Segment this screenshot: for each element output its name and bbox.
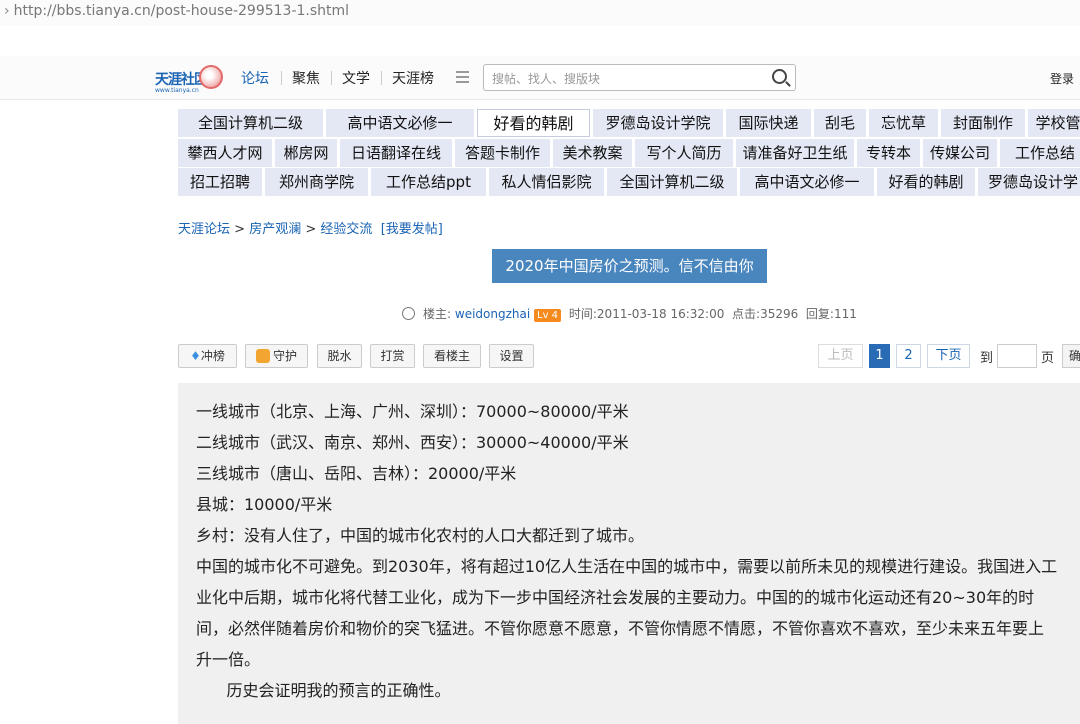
next-page-button[interactable]: 下页 (927, 344, 970, 368)
page-number-input[interactable] (997, 344, 1037, 368)
face-icon (402, 307, 415, 320)
globe-icon (199, 65, 223, 89)
breadcrumb-board[interactable]: 房产观澜 (249, 222, 301, 237)
hot-link[interactable]: 美术教案 (553, 139, 632, 167)
confirm-page-button[interactable]: 确 (1062, 344, 1080, 368)
hot-link[interactable]: 罗德岛设计学 (978, 168, 1080, 196)
goto-label: 到 (980, 351, 994, 366)
hot-link[interactable]: 刮毛 (814, 109, 866, 137)
nav-forum[interactable]: 论坛 (241, 68, 269, 88)
hot-link[interactable]: 请准备好卫生纸 (736, 139, 854, 167)
hot-link[interactable]: 国际快递 (726, 109, 811, 137)
diamond-icon: ♦ (190, 349, 201, 363)
page-2-button[interactable]: 2 (896, 344, 921, 368)
post-line: 乡村：没有人住了，中国的城市化农村的人口大都迁到了城市。 (196, 526, 645, 545)
url-text: http://bbs.tianya.cn/post-house-299513-1… (13, 3, 350, 19)
hot-link[interactable]: 私人情侣影院 (489, 168, 604, 196)
post-line: 三线城市（唐山、岳阳、吉林）：20000/平米 (196, 464, 517, 483)
page-title: 2020年中国房价之预测。信不信由你 (492, 249, 767, 283)
hot-link[interactable]: 日语翻译在线 (340, 139, 452, 167)
hot-link[interactable]: 封面制作 (941, 109, 1025, 137)
post-time: 2011-03-18 16:32:00 (596, 307, 725, 321)
breadcrumb-forum[interactable]: 天涯论坛 (178, 222, 230, 237)
shield-icon (255, 349, 270, 363)
tianya-logo[interactable]: 天涯社区 www.tianya.cn (155, 63, 223, 94)
replies-label: 回复: (805, 307, 834, 321)
hot-link[interactable]: 攀西人才网 (178, 139, 272, 167)
level-badge: Lv 4 (534, 309, 562, 322)
page-1-button[interactable]: 1 (869, 344, 890, 368)
post-line: 间，必然伴随着房价和物价的突飞猛进。不管你愿意不愿意，不管你情愿不情愿，不管你喜… (196, 619, 1045, 638)
hot-link[interactable]: 好看的韩剧 (477, 109, 590, 137)
replies-count: 111 (833, 307, 857, 321)
post-line: 中国的城市化不可避免。到2030年，将有超过10亿人生活在中国的城市中，需要以前… (196, 557, 1058, 576)
time-label: 时间: (568, 307, 597, 321)
hot-link[interactable]: 写个人简历 (635, 139, 733, 167)
author-label: 楼主: (423, 307, 452, 321)
login-link[interactable]: 登录 (1050, 70, 1074, 87)
clicks-label: 点击: (732, 307, 761, 321)
guard-button[interactable]: 守护 (245, 344, 308, 368)
nav-divider (381, 71, 382, 85)
prev-page-button[interactable]: 上页 (818, 344, 863, 368)
post-line: 二线城市（武汉、南京、郑州、西安）：30000~40000/平米 (196, 433, 629, 452)
hot-link[interactable]: 答题卡制作 (455, 139, 550, 167)
hot-link[interactable]: 传媒公司 (923, 139, 997, 167)
post-meta: 楼主: weidongzhai Lv 4 时间:2011-03-18 16:32… (402, 305, 857, 322)
post-line: 一线城市（北京、上海、广州、深圳）：70000~80000/平米 (196, 402, 629, 421)
clicks-count: 35296 (760, 307, 799, 321)
hot-link[interactable]: 郑州商学院 (265, 168, 368, 196)
hot-link[interactable]: 学校管 (1028, 109, 1080, 137)
post-line: 县城：10000/平米 (196, 495, 333, 514)
nav-focus[interactable]: 聚焦 (292, 68, 320, 88)
hot-link[interactable]: 招工招聘 (178, 168, 262, 196)
address-bar[interactable]: › http://bbs.tianya.cn/post-house-299513-… (0, 0, 1080, 26)
hot-link[interactable]: 工作总结 (1000, 139, 1080, 167)
menu-icon[interactable] (456, 71, 469, 83)
post-body: 一线城市（北京、上海、广州、深圳）：70000~80000/平米 二线城市（武汉… (178, 383, 1080, 724)
author-link[interactable]: weidongzhai (455, 307, 530, 321)
hot-links-grid: 全国计算机二级 高中语文必修一 好看的韩剧 罗德岛设计学院 国际快递 刮毛 忘忧… (178, 109, 1080, 197)
post-line: 升一倍。 (196, 650, 261, 669)
nav-divider (331, 71, 332, 85)
breadcrumb-separator: > (305, 222, 317, 237)
hot-link[interactable]: 高中语文必修一 (326, 109, 474, 137)
search-input[interactable]: 搜帖、找人、搜版块 (483, 64, 796, 91)
dehydrate-button[interactable]: 脱水 (317, 344, 362, 368)
search-placeholder: 搜帖、找人、搜版块 (492, 72, 601, 86)
hot-link[interactable]: 忘忧草 (869, 109, 938, 137)
post-line: 业化中后期，城市化将代替工业化，成为下一步中国经济社会发展的主要动力。中国的的城… (196, 588, 1035, 607)
breadcrumb: 天涯论坛 > 房产观澜 > 经验交流 [我要发帖] (178, 218, 443, 237)
hot-link[interactable]: 全国计算机二级 (178, 109, 323, 137)
hot-link[interactable]: 专转本 (857, 139, 920, 167)
reward-button[interactable]: 打赏 (370, 344, 415, 368)
hot-link[interactable]: 郴房网 (275, 139, 337, 167)
hot-link[interactable]: 罗德岛设计学院 (593, 109, 723, 137)
settings-button[interactable]: 设置 (489, 344, 534, 368)
breadcrumb-subboard[interactable]: 经验交流 (320, 222, 372, 237)
search-icon[interactable] (772, 69, 787, 84)
post-line: 历史会证明我的预言的正确性。 (196, 681, 451, 700)
logo-url: www.tianya.cn (155, 87, 199, 94)
breadcrumb-separator: > (234, 222, 246, 237)
hot-link[interactable]: 高中语文必修一 (740, 168, 874, 196)
rank-label: 冲榜 (200, 349, 225, 363)
hot-link[interactable]: 全国计算机二级 (607, 168, 737, 196)
only-author-button[interactable]: 看楼主 (423, 344, 481, 368)
new-post-link[interactable]: [我要发帖] (381, 222, 443, 237)
page-label: 页 (1041, 351, 1055, 366)
guard-label: 守护 (272, 349, 297, 363)
site-header: 天涯社区 www.tianya.cn 论坛 聚焦 文学 天涯榜 搜帖、找人、搜版… (0, 56, 1080, 100)
hot-link[interactable]: 工作总结ppt (371, 168, 486, 196)
rank-button[interactable]: ♦冲榜 (178, 344, 237, 368)
hot-link[interactable]: 好看的韩剧 (877, 168, 975, 196)
info-icon: › (4, 3, 10, 19)
nav-divider (281, 71, 282, 85)
nav-rankings[interactable]: 天涯榜 (392, 68, 434, 88)
nav-literature[interactable]: 文学 (342, 68, 370, 88)
